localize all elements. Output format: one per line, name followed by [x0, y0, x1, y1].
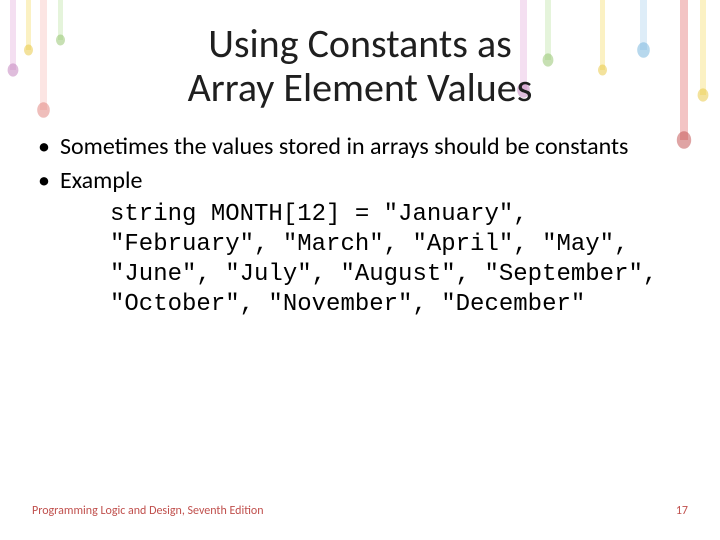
slide-title: Using Constants as Array Element Values — [0, 0, 720, 110]
slide: Using Constants as Array Element Values … — [0, 0, 720, 540]
slide-body: Sometimes the values stored in arrays sh… — [32, 132, 688, 320]
bullet-2: Example — [32, 166, 688, 196]
code-example: string MONTH[12] = "January", "February"… — [110, 200, 688, 320]
footer-source: Programming Logic and Design, Seventh Ed… — [32, 504, 264, 518]
title-line-2: Array Element Values — [188, 63, 533, 112]
bullet-1: Sometimes the values stored in arrays sh… — [32, 132, 688, 162]
title-line-1: Using Constants as — [208, 19, 512, 68]
footer-page-number: 17 — [676, 504, 688, 518]
